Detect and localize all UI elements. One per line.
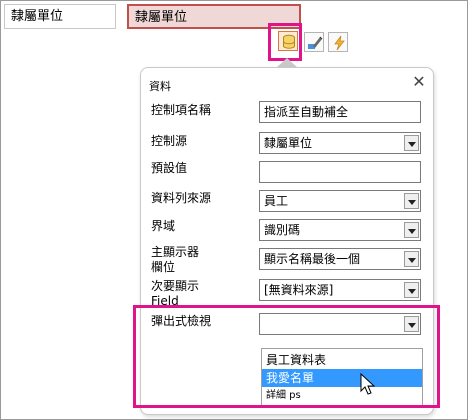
primary-display-field-select[interactable]: 顯示名稱最後一個 [259, 248, 421, 270]
format-button[interactable] [304, 32, 324, 52]
primary-display-field-value: 顯示名稱最後一個 [264, 252, 361, 266]
mouse-cursor-icon [360, 373, 376, 395]
format-icon [308, 36, 323, 49]
control-source-select[interactable]: 隸屬單位 [259, 132, 421, 154]
chevron-down-icon[interactable] [404, 193, 419, 209]
bound-field-select[interactable]: 識別碼 [259, 219, 421, 241]
row-source-select[interactable]: 員工 [259, 190, 421, 212]
event-button[interactable] [328, 32, 348, 52]
secondary-display-field-value: [無資料來源] [264, 283, 334, 297]
form-design-strip: 隸屬單位 隸屬單位 [0, 0, 468, 36]
label-bound-field: 界域 [151, 219, 176, 233]
label-default-value: 預設值 [151, 161, 188, 175]
panel-title: 資料 [149, 80, 171, 93]
chevron-down-icon[interactable] [404, 282, 419, 298]
secondary-display-field-select[interactable]: [無資料來源] [259, 279, 421, 301]
label-primary-display-field: 主顯示器 欄位 [151, 245, 200, 274]
field-label-cell[interactable]: 隸屬單位 [4, 4, 116, 29]
default-value-field[interactable] [259, 161, 421, 183]
data-button[interactable] [278, 31, 298, 51]
chevron-down-icon[interactable] [404, 222, 419, 238]
row-source-value: 員工 [264, 194, 289, 208]
close-icon[interactable]: ✕ [411, 74, 427, 90]
data-icon [283, 34, 295, 49]
chevron-down-icon[interactable] [404, 135, 419, 151]
control-source-value: 隸屬單位 [264, 136, 313, 150]
chevron-down-icon[interactable] [404, 251, 419, 267]
label-control-name: 控制項名稱 [151, 103, 212, 117]
popup-view-highlight [133, 305, 440, 408]
label-control-source: 控制源 [151, 134, 188, 148]
event-icon [334, 35, 345, 51]
control-name-field[interactable]: 指派至自動補全 [259, 101, 421, 123]
bound-field-value: 識別碼 [264, 223, 301, 237]
label-row-source: 資料列來源 [151, 191, 212, 205]
